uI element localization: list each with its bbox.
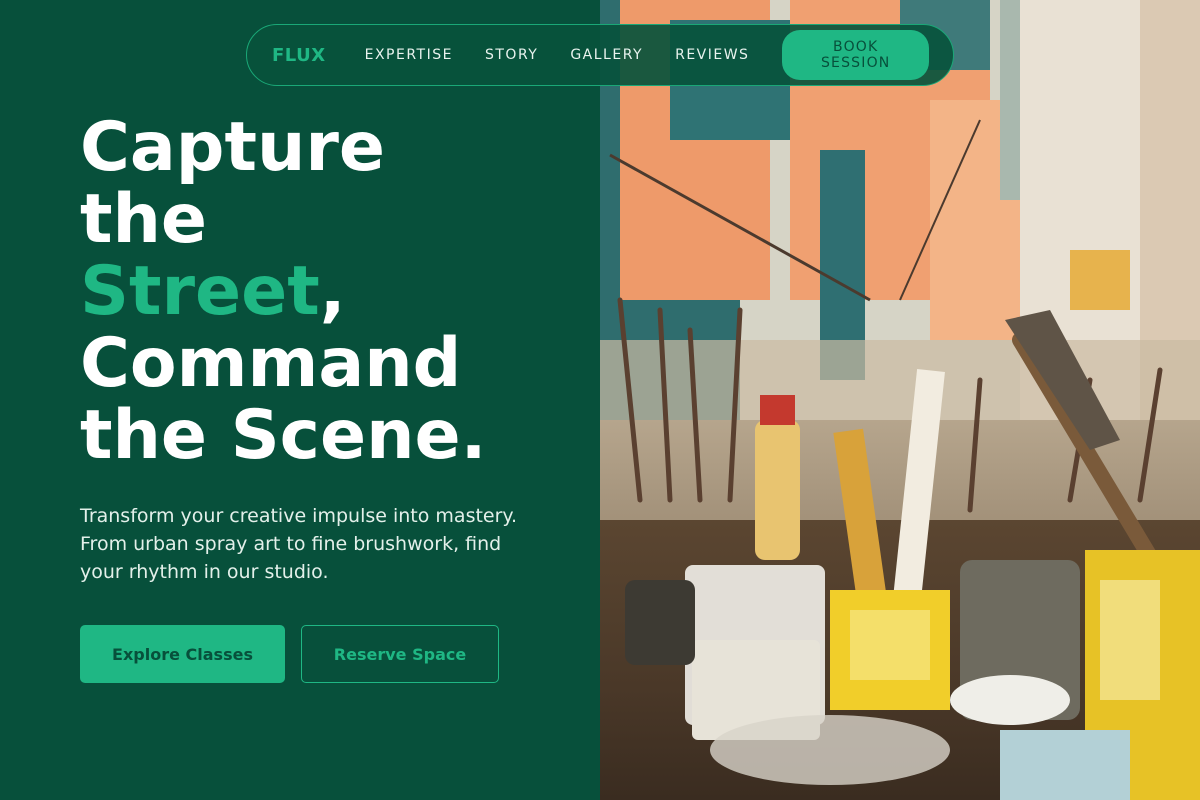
book-session-button[interactable]: BOOK SESSION	[782, 30, 929, 80]
paint-supplies-image	[617, 297, 1200, 800]
hero-title-comma: ,	[319, 252, 346, 331]
hero-title-line-4: Command	[80, 324, 462, 403]
nav-link-story[interactable]: STORY	[485, 47, 538, 63]
top-navbar: FLUX EXPERTISE STORY GALLERY REVIEWS BOO…	[246, 24, 954, 86]
nav-link-reviews[interactable]: REVIEWS	[675, 47, 749, 63]
hero-title-line-2: the	[80, 180, 208, 259]
explore-classes-button[interactable]: Explore Classes	[80, 625, 285, 683]
nav-link-expertise[interactable]: EXPERTISE	[365, 47, 453, 63]
reserve-space-button[interactable]: Reserve Space	[301, 625, 499, 683]
hero-title-line-5: the Scene.	[80, 396, 487, 475]
hero-title-accent: Street	[80, 252, 320, 331]
nav-link-gallery[interactable]: GALLERY	[570, 47, 643, 63]
hero-description: Transform your creative impulse into mas…	[80, 505, 517, 583]
hero-title-line-1: Capture	[80, 108, 386, 187]
flux-logo[interactable]: FLUX	[272, 45, 326, 66]
art-studio-photo	[600, 0, 1200, 800]
hero-title: Capture the Street, Command the Scene.	[80, 112, 580, 472]
